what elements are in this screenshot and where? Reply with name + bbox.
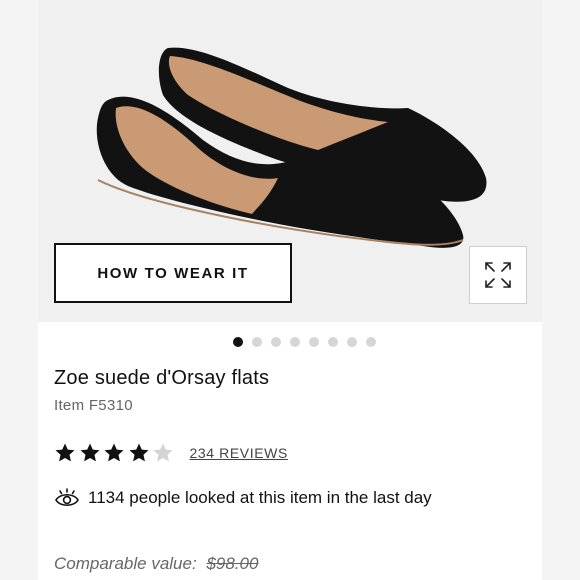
comparable-label: Comparable value: bbox=[54, 554, 197, 573]
fullscreen-button[interactable] bbox=[469, 246, 527, 304]
comparable-value: Comparable value: $98.00 bbox=[54, 554, 258, 574]
carousel-dot[interactable] bbox=[271, 337, 281, 347]
carousel-dot[interactable] bbox=[252, 337, 262, 347]
comparable-price: $98.00 bbox=[206, 554, 259, 573]
carousel-dot[interactable] bbox=[290, 337, 300, 347]
carousel-dot[interactable] bbox=[309, 337, 319, 347]
reviews-link[interactable]: 234 REVIEWS bbox=[190, 445, 288, 461]
item-number: Item F5310 bbox=[54, 397, 133, 414]
carousel-dot[interactable] bbox=[347, 337, 357, 347]
star-filled-icon bbox=[104, 443, 124, 462]
star-empty-icon bbox=[153, 443, 173, 462]
recent-views: 1134 people looked at this item in the l… bbox=[54, 484, 432, 512]
star-filled-icon bbox=[55, 443, 75, 462]
carousel-dot[interactable] bbox=[328, 337, 338, 347]
star-rating bbox=[54, 442, 177, 464]
star-filled-icon bbox=[129, 443, 148, 462]
product-image-area[interactable]: HOW TO WEAR IT bbox=[38, 0, 542, 322]
rating-row: 234 REVIEWS bbox=[54, 440, 288, 466]
product-card: HOW TO WEAR IT Zoe suede d'Orsay flats I… bbox=[38, 0, 542, 580]
expand-icon bbox=[485, 262, 511, 288]
product-title: Zoe suede d'Orsay flats bbox=[54, 367, 270, 389]
carousel-dot[interactable] bbox=[233, 337, 243, 347]
how-to-wear-button[interactable]: HOW TO WEAR IT bbox=[54, 243, 292, 303]
star-filled-icon bbox=[80, 443, 99, 462]
carousel-dot[interactable] bbox=[366, 337, 376, 347]
recent-views-text: 1134 people looked at this item in the l… bbox=[88, 488, 432, 507]
carousel-indicator bbox=[38, 336, 542, 348]
eye-icon bbox=[55, 488, 79, 507]
